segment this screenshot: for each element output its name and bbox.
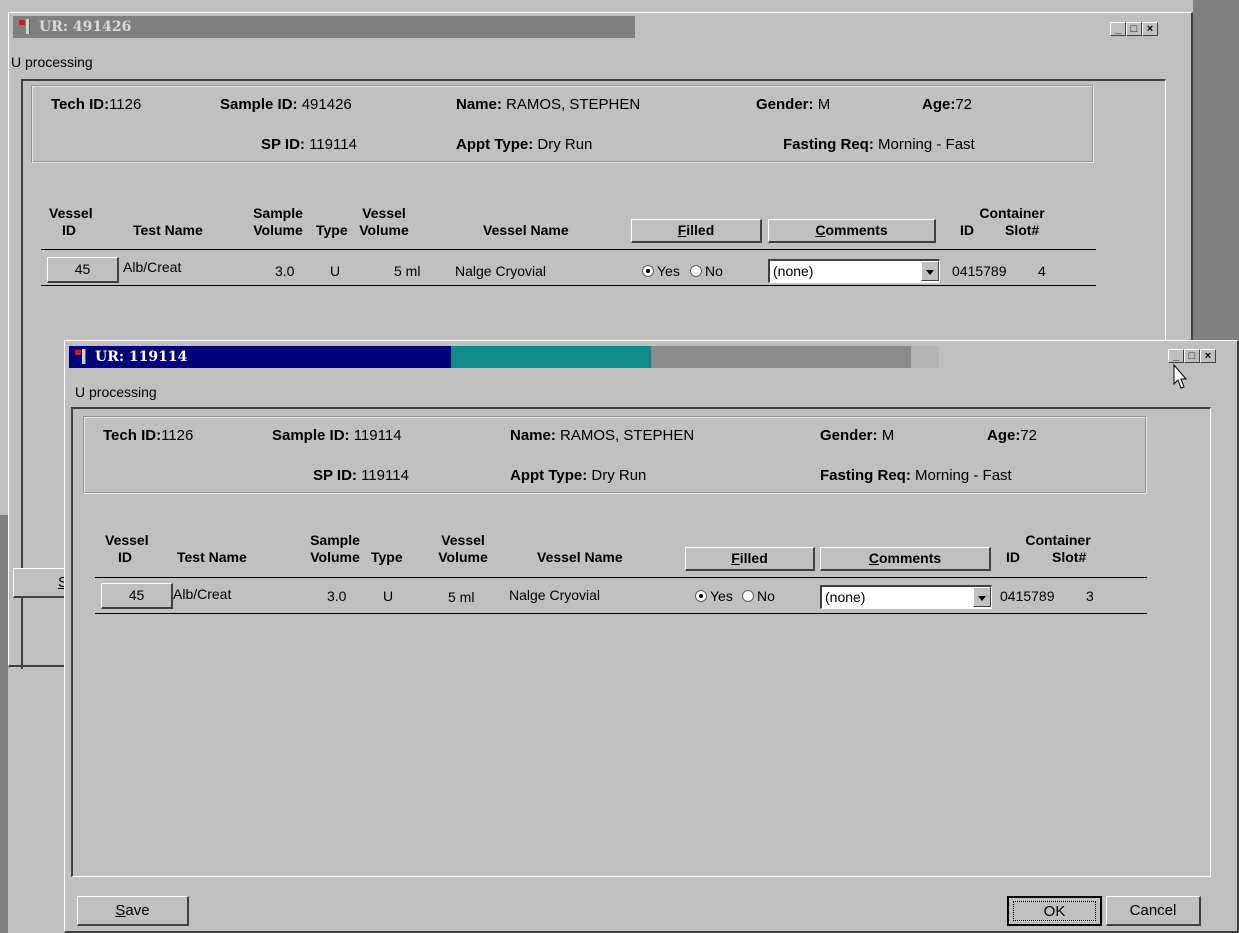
comments-column-button[interactable]: Comments xyxy=(820,547,991,571)
filled-no-radio[interactable] xyxy=(742,590,754,602)
sp-id: SP ID: 119114 xyxy=(261,136,357,153)
chevron-down-icon[interactable] xyxy=(921,261,939,281)
vessel-name-cell: Nalge Cryovial xyxy=(509,587,601,603)
col-slot: Slot# xyxy=(1005,222,1040,238)
vessel-volume-cell: 5 ml xyxy=(394,263,421,279)
front-window-titlebar[interactable]: UR: 119114 xyxy=(69,346,939,368)
back-window-title: UR: 491426 xyxy=(39,19,132,35)
container-id-cell: 0415789 xyxy=(952,263,1007,279)
ok-button[interactable]: OK xyxy=(1007,896,1102,926)
filled-yes-label: Yes xyxy=(710,588,733,604)
col-vessel-id: Vessel ID xyxy=(105,532,149,565)
minimize-button[interactable]: _ xyxy=(1168,349,1184,363)
tech-id: Tech ID:1126 xyxy=(51,96,142,113)
col-vessel-volume: Vessel Volume xyxy=(359,205,409,238)
test-name-cell: Alb/Creat xyxy=(123,259,182,275)
appt-type: Appt Type: Dry Run xyxy=(510,467,647,484)
focus-rectangle xyxy=(1013,901,1096,921)
col-container-id: ID xyxy=(960,222,974,238)
save-button[interactable]: Save xyxy=(77,896,189,926)
age: Age:72 xyxy=(922,96,973,113)
front-window[interactable]: UR: 119114 _ □ × U processing Tech ID:11… xyxy=(64,340,1239,933)
back-window-controls: _ □ × xyxy=(1110,22,1158,36)
front-window-subtitle: U processing xyxy=(75,384,157,400)
col-slot: Slot# xyxy=(1052,549,1087,565)
tech-id: Tech ID:1126 xyxy=(103,427,194,444)
col-type: Type xyxy=(316,222,348,238)
vessel-volume-cell: 5 ml xyxy=(448,589,475,605)
col-vessel-name: Vessel Name xyxy=(537,549,623,565)
col-sample-volume: Sample Volume xyxy=(253,205,303,238)
type-cell: U xyxy=(330,263,341,279)
col-container-id: ID xyxy=(1006,549,1020,565)
gender: Gender: M xyxy=(756,96,831,113)
desktop-background xyxy=(0,515,8,933)
container-id-cell: 0415789 xyxy=(1000,588,1055,604)
mouse-pointer-icon xyxy=(1173,364,1188,389)
appt-type: Appt Type: Dry Run xyxy=(456,136,593,153)
col-vessel-name: Vessel Name xyxy=(483,222,569,238)
chevron-down-icon[interactable] xyxy=(973,587,991,607)
col-vessel-volume: Vessel Volume xyxy=(438,532,488,565)
back-window-titlebar[interactable]: UR: 491426 xyxy=(13,16,635,38)
gender: Gender: M xyxy=(820,427,895,444)
col-container: Container xyxy=(1025,532,1091,548)
close-button[interactable]: × xyxy=(1142,22,1158,36)
vessel-name-cell: Nalge Cryovial xyxy=(455,263,547,279)
sample-volume-cell: 3.0 xyxy=(327,588,347,604)
age: Age:72 xyxy=(987,427,1038,444)
col-test-name: Test Name xyxy=(133,222,203,238)
maximize-button[interactable]: □ xyxy=(1184,349,1200,363)
sample-id: Sample ID: 119114 xyxy=(272,427,402,444)
col-container: Container xyxy=(979,205,1045,221)
col-test-name: Test Name xyxy=(177,549,247,565)
slot-cell: 3 xyxy=(1086,588,1094,604)
minimize-button[interactable]: _ xyxy=(1110,22,1126,36)
back-window-subtitle: U processing xyxy=(11,54,93,70)
filled-no-label: No xyxy=(705,263,723,279)
filled-column-button[interactable]: Filled xyxy=(631,219,762,243)
filled-yes-radio[interactable] xyxy=(695,590,707,602)
fasting-req: Fasting Req: Morning - Fast xyxy=(783,136,975,153)
comments-dropdown[interactable]: (none) xyxy=(768,259,940,283)
fasting-req: Fasting Req: Morning - Fast xyxy=(820,467,1012,484)
sample-volume-cell: 3.0 xyxy=(275,263,295,279)
patient-name: Name: RAMOS, STEPHEN xyxy=(510,427,695,444)
filled-no-label: No xyxy=(757,588,775,604)
filled-column-button[interactable]: Filled xyxy=(685,547,815,571)
cancel-button[interactable]: Cancel xyxy=(1106,896,1201,926)
comments-column-button[interactable]: Comments xyxy=(768,219,936,243)
sp-id: SP ID: 119114 xyxy=(313,467,409,484)
sample-id: Sample ID: 491426 xyxy=(220,96,352,113)
front-window-controls: _ □ × xyxy=(1168,349,1216,363)
row-divider xyxy=(95,613,1147,614)
vessel-id-button[interactable]: 45 xyxy=(47,257,119,283)
comments-dropdown[interactable]: (none) xyxy=(820,585,992,609)
patient-name: Name: RAMOS, STEPHEN xyxy=(456,96,641,113)
test-name-cell: Alb/Creat xyxy=(173,586,232,602)
front-window-title: UR: 119114 xyxy=(95,349,188,365)
close-button[interactable]: × xyxy=(1200,349,1216,363)
col-type: Type xyxy=(371,549,403,565)
app-icon xyxy=(75,349,89,365)
col-sample-volume: Sample Volume xyxy=(310,532,360,565)
slot-cell: 4 xyxy=(1038,263,1046,279)
filled-yes-radio[interactable] xyxy=(642,265,654,277)
filled-no-radio[interactable] xyxy=(690,265,702,277)
back-save-button[interactable]: S xyxy=(13,568,71,598)
col-vessel-id: Vessel ID xyxy=(49,205,93,238)
filled-yes-label: Yes xyxy=(657,263,680,279)
maximize-button[interactable]: □ xyxy=(1126,22,1142,36)
table-header-divider xyxy=(95,577,1147,578)
row-divider xyxy=(41,285,1096,286)
table-header-divider xyxy=(41,249,1096,250)
app-icon xyxy=(19,19,33,35)
vessel-id-button[interactable]: 45 xyxy=(101,583,173,609)
type-cell: U xyxy=(383,588,394,604)
